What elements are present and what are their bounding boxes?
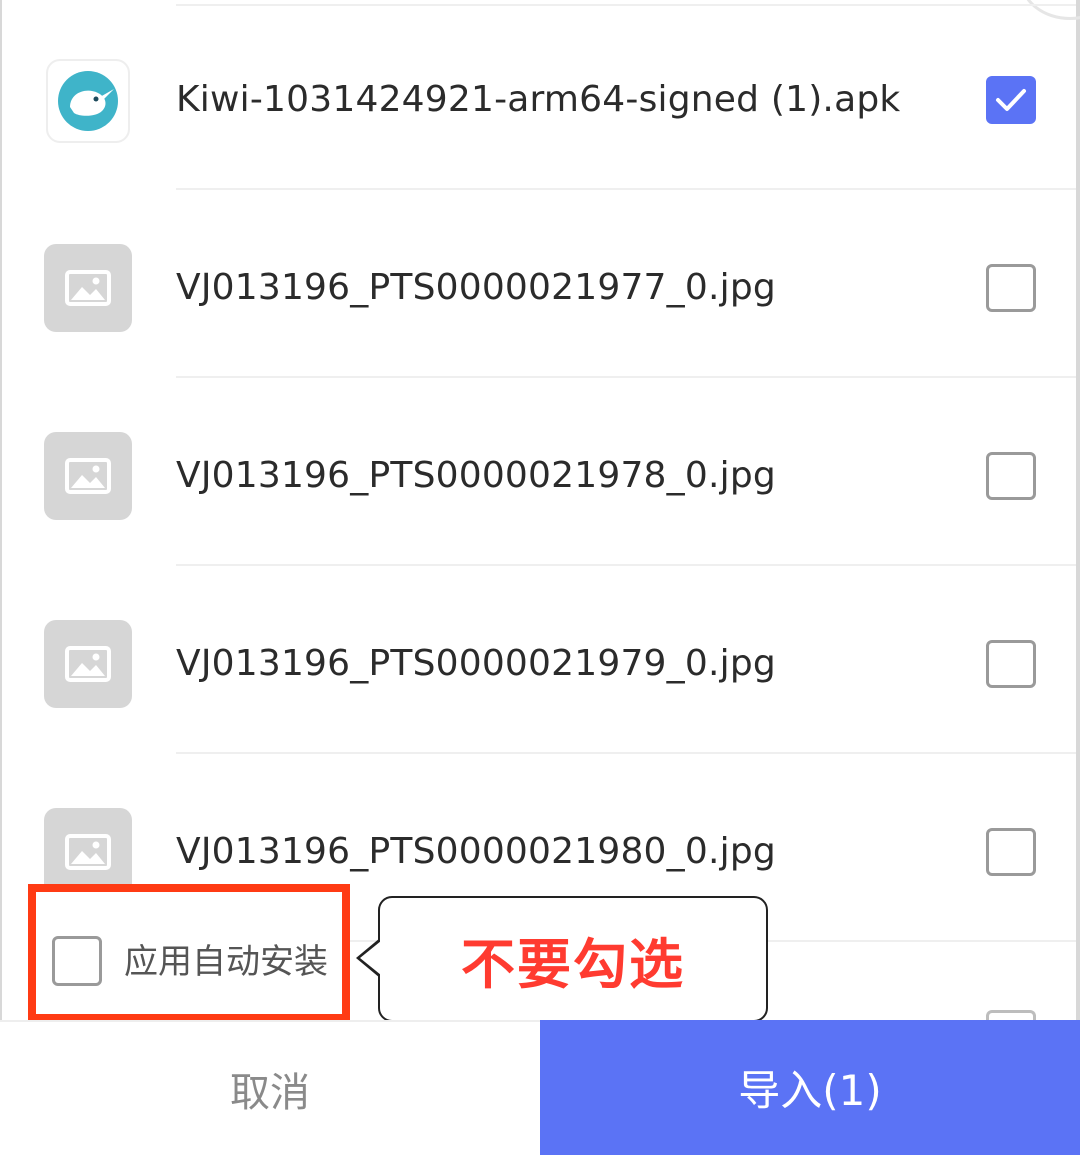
- file-row[interactable]: VJ013196_PTS0000021977_0.jpg: [0, 190, 1080, 378]
- file-checkbox[interactable]: [986, 264, 1036, 312]
- file-checkbox-checked[interactable]: [986, 76, 1036, 124]
- dialog-footer: 取消 导入(1): [0, 1020, 1080, 1155]
- file-checkbox[interactable]: [986, 1010, 1036, 1020]
- import-button[interactable]: 导入(1): [540, 1020, 1080, 1155]
- auto-install-checkbox[interactable]: [52, 936, 102, 986]
- file-name: VJ013196_PTS0000021979_0.jpg: [176, 643, 776, 684]
- image-icon: [44, 432, 132, 520]
- file-row[interactable]: VJ013196_PTS0000021979_0.jpg: [0, 566, 1080, 754]
- image-icon: [44, 620, 132, 708]
- image-icon: [44, 808, 132, 896]
- file-row[interactable]: VJ013196_PTS0000021978_0.jpg: [0, 378, 1080, 566]
- row-divider: [176, 4, 1076, 6]
- file-checkbox[interactable]: [986, 452, 1036, 500]
- checkmark-icon: [996, 89, 1026, 111]
- file-checkbox[interactable]: [986, 828, 1036, 876]
- file-name: VJ013196_PTS0000021980_0.jpg: [176, 831, 776, 872]
- callout-text: 不要勾选: [461, 932, 685, 996]
- image-icon: [44, 244, 132, 332]
- auto-install-option[interactable]: 应用自动安装: [28, 884, 350, 1022]
- file-name: Kiwi-1031424921-arm64-signed (1).apk: [176, 79, 901, 120]
- callout-pointer-fill: [360, 941, 381, 975]
- kiwi-app-icon: [46, 59, 130, 143]
- file-row[interactable]: Kiwi-1031424921-arm64-signed (1).apk: [0, 2, 1080, 190]
- file-name: VJ013196_PTS0000021977_0.jpg: [176, 267, 776, 308]
- file-name: VJ013196_PTS0000021978_0.jpg: [176, 455, 776, 496]
- file-list[interactable]: Kiwi-1031424921-arm64-signed (1).apk VJ0…: [0, 0, 1080, 1020]
- file-checkbox[interactable]: [986, 640, 1036, 688]
- auto-install-label: 应用自动安装: [124, 942, 328, 982]
- cancel-button[interactable]: 取消: [0, 1020, 540, 1155]
- annotation-callout: 不要勾选: [378, 896, 768, 1022]
